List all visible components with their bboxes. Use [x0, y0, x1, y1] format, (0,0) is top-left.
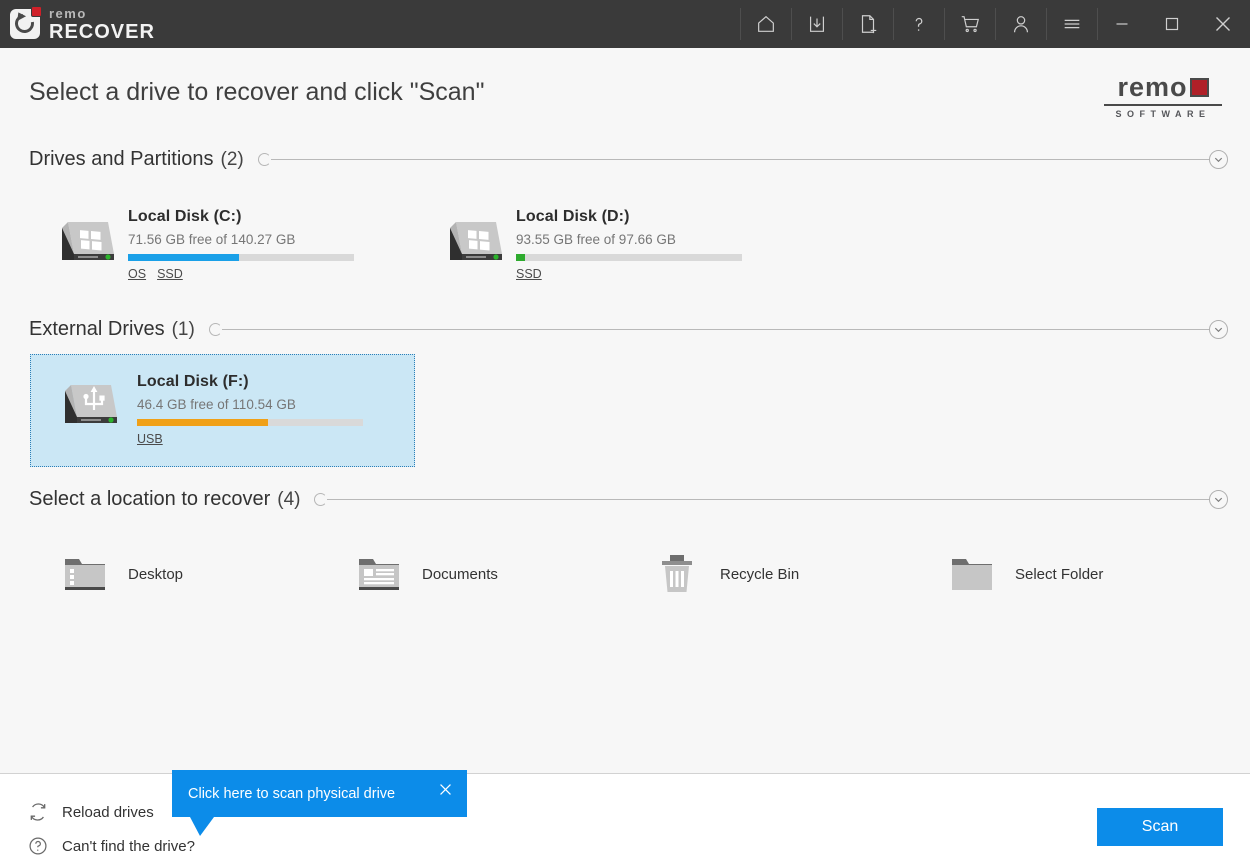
drive-free-space: 71.56 GB free of 140.27 GB	[128, 232, 354, 247]
brand-name-top: remo	[49, 7, 155, 20]
hard-drive-windows-icon	[444, 214, 506, 266]
section-divider	[222, 329, 1209, 330]
section-divider	[271, 159, 1209, 160]
section-header-external-drives: External Drives (1)	[29, 318, 1228, 341]
title-bar: remo RECOVER	[0, 0, 1250, 48]
corp-logo-text: remo	[1117, 74, 1187, 101]
recycle-bin-icon	[654, 552, 700, 596]
scan-button[interactable]: Scan	[1097, 808, 1223, 846]
section-divider	[327, 499, 1209, 500]
app-logo: remo RECOVER	[0, 7, 155, 42]
question-circle-icon	[28, 836, 48, 856]
section-label: Drives and Partitions	[29, 148, 214, 171]
corp-logo-rule	[1104, 104, 1222, 106]
hard-drive-windows-icon	[56, 214, 118, 266]
section-count: (1)	[172, 319, 195, 341]
tooltip-tail	[190, 817, 214, 836]
documents-folder-icon	[356, 552, 402, 596]
drive-usage-fill	[128, 254, 239, 261]
drive-tag[interactable]: USB	[137, 432, 163, 446]
drive-card-local-disk-d[interactable]: Local Disk (D:) 93.55 GB free of 97.66 G…	[432, 198, 754, 291]
drive-free-space: 93.55 GB free of 97.66 GB	[516, 232, 742, 247]
drive-usage-fill	[516, 254, 525, 261]
new-file-icon[interactable]	[842, 0, 893, 48]
section-ring-icon	[258, 153, 271, 166]
tooltip-text: Click here to scan physical drive	[188, 786, 429, 802]
drive-tags: USB	[137, 432, 363, 446]
drive-tag[interactable]: OS	[128, 267, 146, 281]
corp-logo-square-icon	[1190, 78, 1209, 97]
location-label: Documents	[422, 566, 498, 583]
location-tile-documents[interactable]: Documents	[356, 552, 498, 596]
section-header-select-location: Select a location to recover (4)	[29, 488, 1228, 511]
drive-tags: SSD	[516, 267, 742, 281]
location-tiles: Desktop Documents	[29, 546, 1225, 616]
location-label: Select Folder	[1015, 566, 1103, 583]
drive-usage-fill	[137, 419, 268, 426]
page-title: Select a drive to recover and click "Sca…	[29, 78, 484, 107]
remo-recover-mark-icon	[10, 9, 40, 39]
maximize-icon[interactable]	[1147, 0, 1197, 48]
drive-free-space: 46.4 GB free of 110.54 GB	[137, 397, 363, 412]
drive-card-local-disk-f[interactable]: Local Disk (F:) 46.4 GB free of 110.54 G…	[30, 354, 415, 467]
location-label: Recycle Bin	[720, 566, 799, 583]
section-collapse-chevron-down-icon[interactable]	[1209, 320, 1228, 339]
cart-icon[interactable]	[944, 0, 995, 48]
drive-usage-bar	[516, 254, 742, 261]
save-icon[interactable]	[791, 0, 842, 48]
scan-physical-drive-tooltip: Click here to scan physical drive	[172, 770, 467, 817]
menu-icon[interactable]	[1046, 0, 1097, 48]
drive-card-local-disk-c[interactable]: Local Disk (C:) 71.56 GB free of 140.27 …	[44, 198, 366, 291]
drive-name: Local Disk (D:)	[516, 208, 742, 226]
drive-tags: OS SSD	[128, 267, 354, 281]
location-tile-select-folder[interactable]: Select Folder	[949, 552, 1103, 596]
section-count: (2)	[221, 149, 244, 171]
remo-software-logo: remo SOFTWARE	[1102, 70, 1224, 122]
reload-drives-button[interactable]: Reload drives	[28, 802, 154, 822]
close-icon[interactable]	[1197, 0, 1248, 48]
help-icon[interactable]	[893, 0, 944, 48]
refresh-icon	[28, 802, 48, 822]
cant-find-drive-label: Can't find the drive?	[62, 838, 195, 855]
section-collapse-chevron-down-icon[interactable]	[1209, 490, 1228, 509]
minimize-icon[interactable]	[1097, 0, 1147, 48]
brand-name-bottom: RECOVER	[49, 22, 155, 42]
drive-name: Local Disk (C:)	[128, 208, 354, 226]
section-ring-icon	[209, 323, 222, 336]
usb-drive-icon	[59, 377, 121, 429]
reload-drives-label: Reload drives	[62, 804, 154, 821]
location-label: Desktop	[128, 566, 183, 583]
folder-icon	[949, 552, 995, 596]
section-collapse-chevron-down-icon[interactable]	[1209, 150, 1228, 169]
desktop-folder-icon	[62, 552, 108, 596]
remo-recover-window: remo RECOVER	[0, 0, 1250, 867]
home-icon[interactable]	[740, 0, 791, 48]
drive-name: Local Disk (F:)	[137, 373, 363, 391]
drive-usage-bar	[128, 254, 354, 261]
location-tile-desktop[interactable]: Desktop	[62, 552, 183, 596]
tooltip-close-icon[interactable]	[435, 780, 455, 800]
user-icon[interactable]	[995, 0, 1046, 48]
location-tile-recycle-bin[interactable]: Recycle Bin	[654, 552, 799, 596]
titlebar-actions	[740, 0, 1250, 48]
cant-find-drive-button[interactable]: Can't find the drive?	[28, 836, 195, 856]
drive-usage-bar	[137, 419, 363, 426]
section-ring-icon	[314, 493, 327, 506]
corp-logo-subtitle: SOFTWARE	[1116, 109, 1211, 119]
section-header-drives-and-partitions: Drives and Partitions (2)	[29, 148, 1228, 171]
section-label: External Drives	[29, 318, 165, 341]
section-label: Select a location to recover	[29, 488, 270, 511]
drive-tag[interactable]: SSD	[516, 267, 542, 281]
section-count: (4)	[277, 489, 300, 511]
drive-tag[interactable]: SSD	[157, 267, 183, 281]
